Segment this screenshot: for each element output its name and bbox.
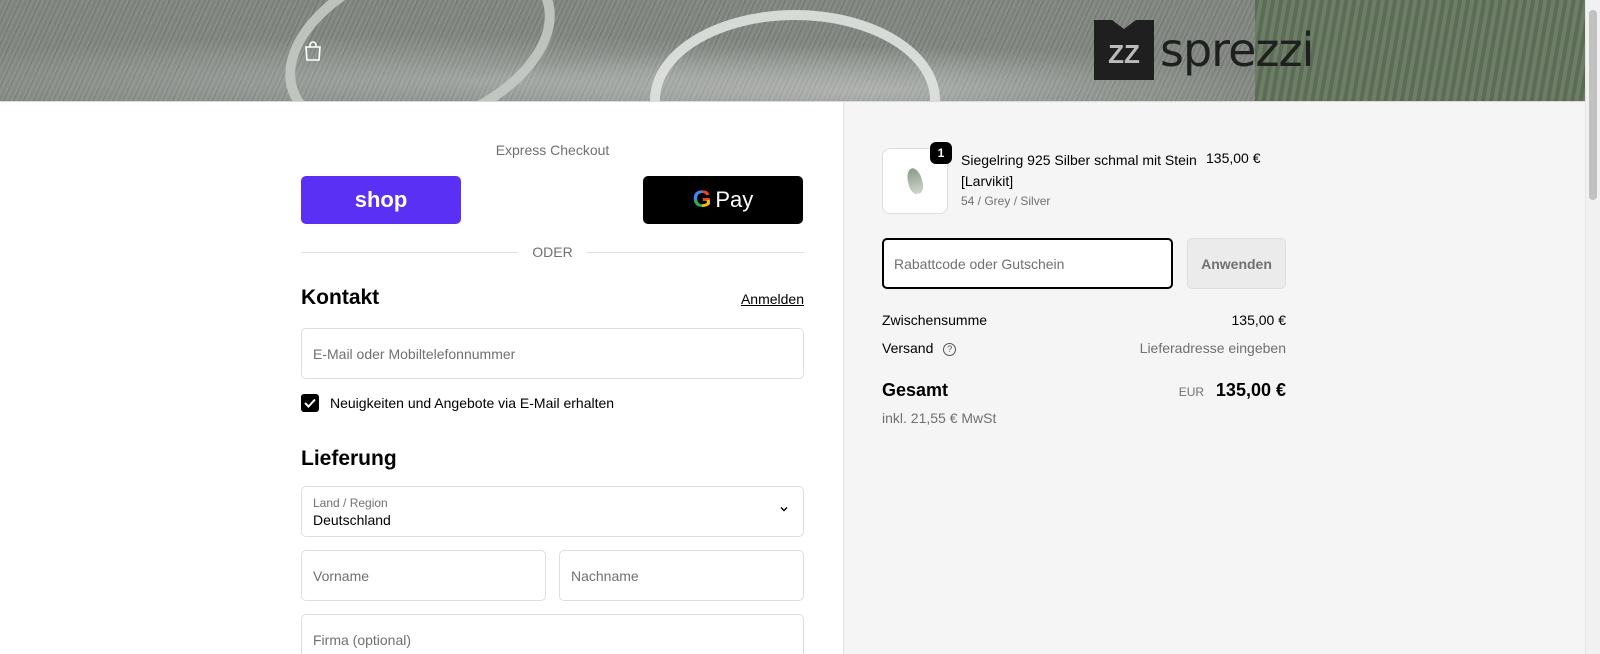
express-checkout-title: Express Checkout xyxy=(495,142,610,158)
order-summary: 1 Siegelring 925 Silber schmal mit Stein… xyxy=(843,102,1585,654)
logo-wordmark: sprezzi xyxy=(1160,23,1314,77)
newsletter-label: Neuigkeiten und Angebote via E-Mail erha… xyxy=(330,395,615,411)
apply-discount-button[interactable]: Anwenden xyxy=(1187,238,1286,289)
first-name-input[interactable]: Vorname xyxy=(301,550,546,601)
total-value: 135,00 € xyxy=(1215,380,1286,400)
brand-logo[interactable]: ZZ sprezzi xyxy=(1094,20,1314,80)
subtotal-value: 135,00 € xyxy=(1231,312,1287,328)
shop-pay-button[interactable]: shop xyxy=(301,176,461,224)
company-input[interactable]: Firma (optional) xyxy=(301,614,804,654)
shipping-value: Lieferadresse eingeben xyxy=(1139,340,1286,356)
last-name-input[interactable]: Nachname xyxy=(559,550,804,601)
total-row: Gesamt EUR 135,00 € xyxy=(882,380,1286,401)
country-value: Deutschland xyxy=(313,511,391,528)
product-name: Siegelring 925 Silber schmal mit Stein [… xyxy=(961,152,1197,189)
contact-heading: Kontakt xyxy=(301,286,380,309)
total-currency: EUR xyxy=(1178,385,1205,399)
login-link[interactable]: Anmelden xyxy=(740,291,804,307)
page-scrollbar[interactable] xyxy=(1585,0,1600,654)
banner-ring-image xyxy=(650,10,940,101)
subtotal-label: Zwischensumme xyxy=(882,312,988,328)
checkout-form: Express Checkout shop G Pay ODER Kontakt… xyxy=(0,102,843,654)
email-input[interactable]: E-Mail oder Mobiltelefonnummer xyxy=(301,328,804,379)
shipping-label: Versand xyxy=(882,340,934,356)
google-pay-button[interactable]: G Pay xyxy=(643,176,803,224)
product-image xyxy=(904,166,926,196)
product-variant: 54 / Grey / Silver xyxy=(961,194,1051,208)
total-label: Gesamt xyxy=(882,380,949,400)
country-select[interactable]: Land / Region Deutschland xyxy=(301,486,804,537)
or-divider: ODER xyxy=(301,242,805,262)
newsletter-checkbox-row[interactable]: Neuigkeiten und Angebote via E-Mail erha… xyxy=(301,394,614,412)
tax-note: inkl. 21,55 € MwSt xyxy=(882,410,997,426)
product-price: 135,00 € xyxy=(1206,150,1261,166)
logo-mark: ZZ xyxy=(1094,20,1154,80)
delivery-heading: Lieferung xyxy=(301,447,397,470)
shopping-bag-icon[interactable] xyxy=(302,40,324,62)
discount-code-input[interactable]: Rabattcode oder Gutschein xyxy=(882,238,1173,289)
google-pay-label: Pay xyxy=(715,187,754,212)
quantity-badge: 1 xyxy=(930,142,952,164)
header-banner: ZZ sprezzi xyxy=(0,0,1585,102)
country-label: Land / Region xyxy=(313,495,388,510)
help-icon[interactable]: ? xyxy=(943,342,957,356)
shipping-row: Versand ? Lieferadresse eingeben xyxy=(882,340,1286,356)
or-divider-text: ODER xyxy=(532,244,573,260)
chevron-down-icon xyxy=(779,503,789,513)
google-g-icon: G xyxy=(692,186,712,213)
newsletter-checkbox[interactable] xyxy=(301,394,319,412)
scrollbar-thumb[interactable] xyxy=(1589,10,1597,200)
shop-pay-label: shop xyxy=(354,187,408,212)
subtotal-row: Zwischensumme 135,00 € xyxy=(882,312,1286,328)
